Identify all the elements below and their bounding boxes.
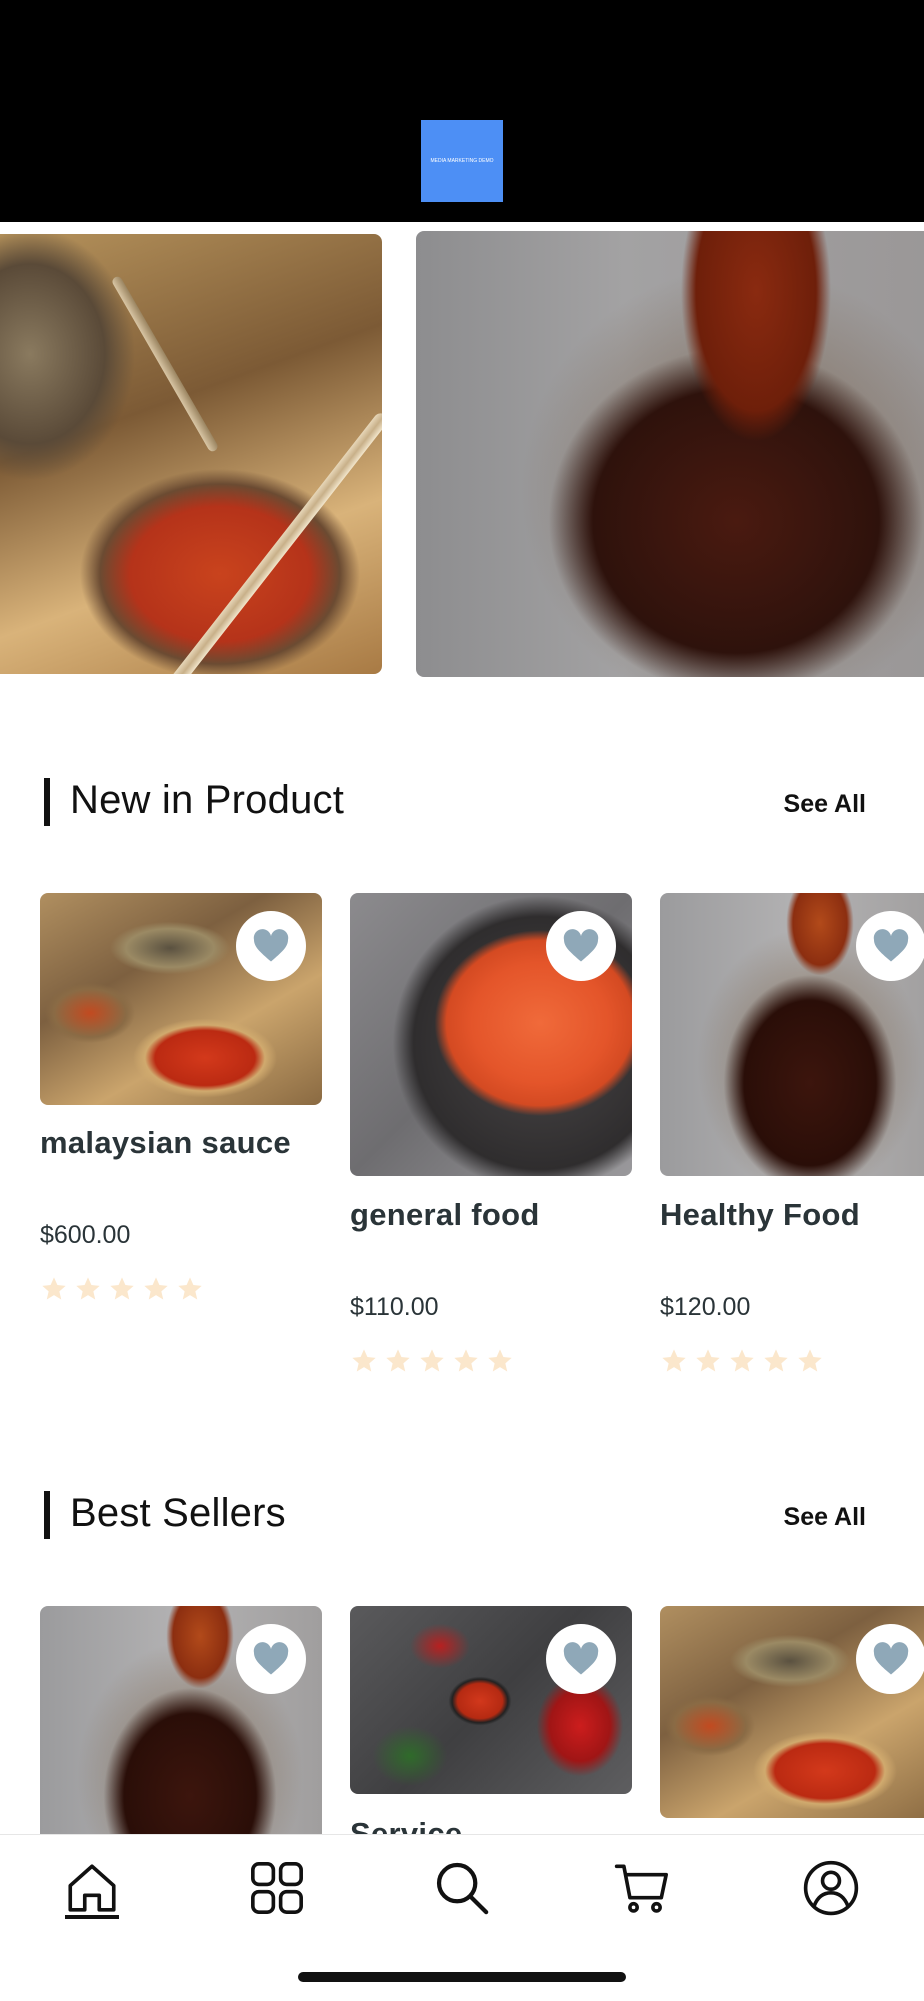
nav-categories[interactable] (242, 1853, 312, 1923)
section-accent-bar (44, 778, 50, 826)
home-icon (68, 1864, 116, 1912)
star-icon (352, 1349, 376, 1372)
favorite-button[interactable] (856, 911, 924, 981)
nav-profile[interactable] (796, 1853, 866, 1923)
star-icon (696, 1349, 720, 1372)
see-all-link[interactable]: See All (784, 1503, 866, 1532)
favorite-button[interactable] (236, 1624, 306, 1694)
rating-stars (660, 1347, 824, 1375)
heart-icon (253, 1642, 289, 1675)
heart-icon (563, 1642, 599, 1675)
product-card[interactable] (40, 1606, 322, 1834)
star-icon (386, 1349, 410, 1372)
product-card[interactable]: general food $110.00 (350, 893, 632, 1383)
section-accent-bar (44, 1491, 50, 1539)
favorite-button[interactable] (236, 911, 306, 981)
product-price: $600.00 (40, 1221, 131, 1249)
star-icon (798, 1349, 822, 1372)
nav-search[interactable] (427, 1853, 497, 1923)
heart-icon (873, 929, 909, 962)
product-card[interactable]: malaysian sauce $600.00 (40, 893, 322, 1313)
product-card[interactable]: Healthy Food $120.00 (660, 893, 924, 1383)
product-card[interactable] (660, 1606, 924, 1834)
banner-slide-sauce-pots[interactable] (0, 234, 382, 674)
star-icon (144, 1277, 168, 1300)
active-tab-indicator (65, 1915, 119, 1919)
see-all-link[interactable]: See All (784, 790, 866, 819)
heart-icon (253, 929, 289, 962)
section-title: New in Product (70, 778, 345, 822)
nav-cart[interactable] (607, 1853, 677, 1923)
favorite-button[interactable] (856, 1624, 924, 1694)
section-header-best-sellers: Best Sellers See All (0, 1483, 924, 1543)
heart-icon (563, 929, 599, 962)
star-icon (764, 1349, 788, 1372)
grid-icon (251, 1862, 303, 1914)
cart-icon (614, 1864, 668, 1913)
home-indicator[interactable] (298, 1972, 626, 1982)
app-logo[interactable]: MEDIA MARKETING DEMO (421, 120, 503, 202)
top-header: MEDIA MARKETING DEMO (0, 0, 924, 222)
product-name: Service (350, 1816, 463, 1834)
logo-text: MEDIA MARKETING DEMO (430, 158, 494, 164)
star-icon (110, 1277, 134, 1300)
star-icon (178, 1277, 202, 1300)
star-icon (662, 1349, 686, 1372)
product-name: malaysian sauce (40, 1125, 291, 1160)
section-header-new-in-product: New in Product See All (0, 770, 924, 830)
star-icon (488, 1349, 512, 1372)
rating-stars (350, 1347, 514, 1375)
product-card[interactable]: Service (350, 1606, 632, 1834)
heart-icon (873, 1642, 909, 1675)
favorite-button[interactable] (546, 911, 616, 981)
search-icon (436, 1862, 489, 1915)
star-icon (454, 1349, 478, 1372)
product-name: Healthy Food (660, 1197, 860, 1232)
banner-slide-sauce-jar[interactable] (416, 231, 924, 677)
product-price: $110.00 (350, 1293, 439, 1321)
star-icon (42, 1277, 66, 1300)
bottom-nav-bar (0, 1834, 924, 2001)
star-icon (420, 1349, 444, 1372)
nav-home[interactable] (57, 1853, 127, 1923)
section-title: Best Sellers (70, 1491, 286, 1535)
product-price: $120.00 (660, 1293, 751, 1321)
profile-icon (803, 1860, 859, 1916)
favorite-button[interactable] (546, 1624, 616, 1694)
rating-stars (40, 1275, 204, 1303)
star-icon (76, 1277, 100, 1300)
star-icon (730, 1349, 754, 1372)
product-name: general food (350, 1197, 540, 1232)
